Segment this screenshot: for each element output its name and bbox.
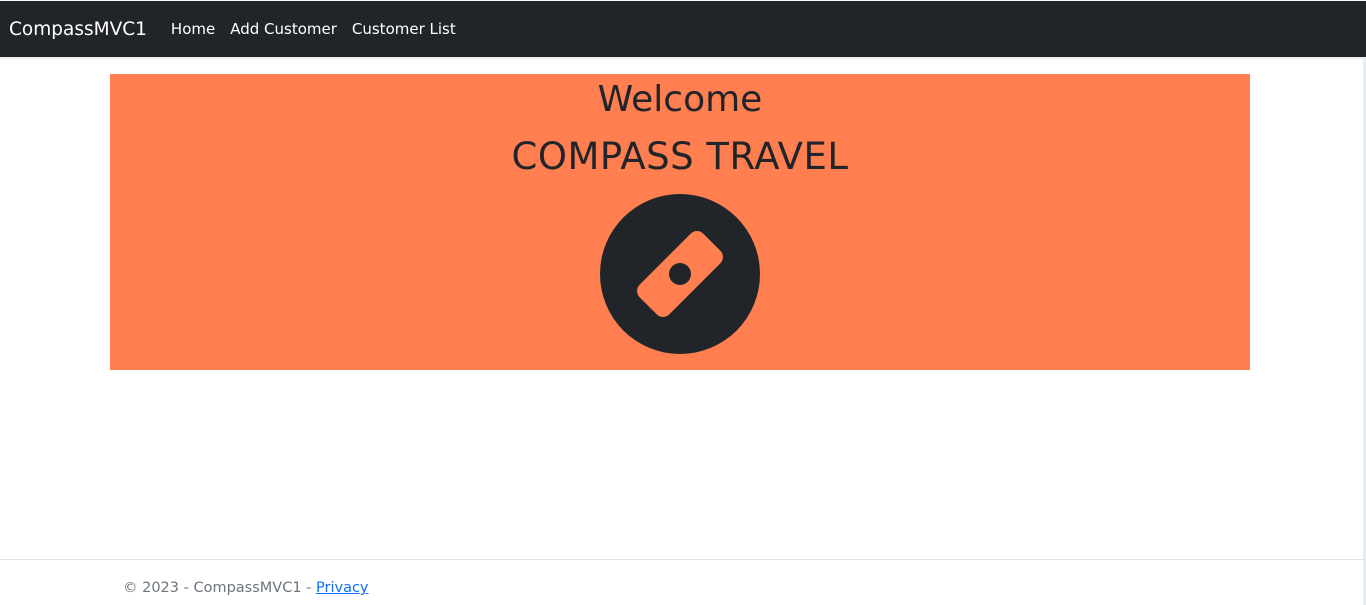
nav-link-customer-list[interactable]: Customer List <box>352 20 456 38</box>
welcome-banner: Welcome COMPASS TRAVEL <box>110 74 1250 370</box>
company-title: COMPASS TRAVEL <box>511 135 849 178</box>
footer-copyright: © 2023 - CompassMVC1 - <box>123 580 317 596</box>
nav-link-home[interactable]: Home <box>171 20 215 38</box>
footer-divider <box>0 559 1363 560</box>
brand-link[interactable]: CompassMVC1 <box>9 19 147 40</box>
nav-link-add-customer[interactable]: Add Customer <box>230 20 337 38</box>
welcome-heading: Welcome <box>597 79 763 120</box>
top-navbar: CompassMVC1 Home Add Customer Customer L… <box>0 1 1366 57</box>
privacy-link[interactable]: Privacy <box>316 580 369 596</box>
page-footer: © 2023 - CompassMVC1 - Privacy <box>123 580 369 596</box>
compass-icon <box>600 194 760 354</box>
